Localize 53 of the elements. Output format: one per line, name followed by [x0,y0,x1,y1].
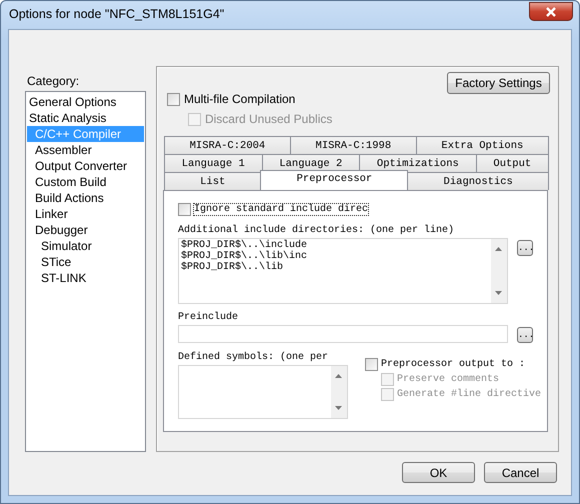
preinclude-field[interactable] [178,325,508,343]
defined-symbols-field[interactable] [178,365,348,419]
tab[interactable]: Extra Options [416,136,549,154]
scrollbar[interactable] [490,239,507,303]
category-item[interactable]: Assembler [27,142,144,158]
category-item[interactable]: ST-LINK [27,270,144,286]
checkbox-label: Multi-file Compilation [184,92,296,106]
category-item[interactable]: Build Actions [27,190,144,206]
browse-button[interactable]: ... [516,240,533,256]
category-item[interactable]: Linker [27,206,144,222]
scrollbar[interactable] [330,366,347,418]
factory-settings-button[interactable]: Factory Settings [447,72,550,94]
dialog-button[interactable]: Cancel [484,462,557,483]
checkbox-label: Preprocessor output to : [380,359,525,370]
dialog-button[interactable]: OK [402,462,475,483]
checkbox[interactable] [364,358,378,371]
category-item[interactable]: Output Converter [27,158,144,174]
scroll-up-icon[interactable] [495,247,502,251]
checkbox-label: Preserve comments [396,374,499,385]
tab[interactable]: Output [476,154,549,172]
scroll-up-icon[interactable] [335,374,342,378]
close-icon [545,6,557,16]
checkbox[interactable] [166,92,180,106]
checkbox-label: Generate #line directive [396,389,541,400]
tab[interactable]: MISRA-C:2004 [164,136,291,154]
tab[interactable]: Preprocessor [260,170,408,190]
preinclude-label: Preinclude [178,312,239,323]
category-item[interactable]: STice [27,254,144,270]
scroll-down-icon[interactable] [335,406,342,410]
scroll-down-icon[interactable] [495,291,502,295]
tab[interactable]: Language 1 [164,154,263,172]
category-item[interactable]: Static Analysis [27,110,144,126]
tab[interactable]: MISRA-C:1998 [290,136,417,154]
defined-symbols-label: Defined symbols: (one per [178,352,329,363]
tab[interactable]: List [164,172,262,190]
include-directories-field[interactable]: $PROJ_DIR$\..\include $PROJ_DIR$\..\lib\inc $PROJ_DIR$\..\lib [178,238,508,304]
category-item[interactable]: General Options [27,94,144,110]
category-item[interactable]: Debugger [27,222,144,238]
close-button[interactable] [529,2,573,21]
tab[interactable]: Optimizations [359,154,477,172]
checkbox-label: Discard Unused Publics [204,112,332,126]
include-path: $PROJ_DIR$\..\lib [180,262,284,273]
category-item[interactable]: Custom Build [27,174,144,190]
checkbox-label: Ignore standard include direc [194,204,368,215]
category-item[interactable]: Simulator [27,238,144,254]
include-directories-label: Additional include directories: (one per line) [178,225,456,236]
include-path: $PROJ_DIR$\..\include [180,240,308,251]
checkbox[interactable] [178,203,191,216]
category-label: Category: [27,74,80,88]
include-path: $PROJ_DIR$\..\lib\inc [180,251,308,262]
browse-button[interactable]: ... [516,327,533,343]
tab[interactable]: Diagnostics [407,172,550,190]
window-title: Options for node "NFC_STM8L151G4" [9,7,224,21]
